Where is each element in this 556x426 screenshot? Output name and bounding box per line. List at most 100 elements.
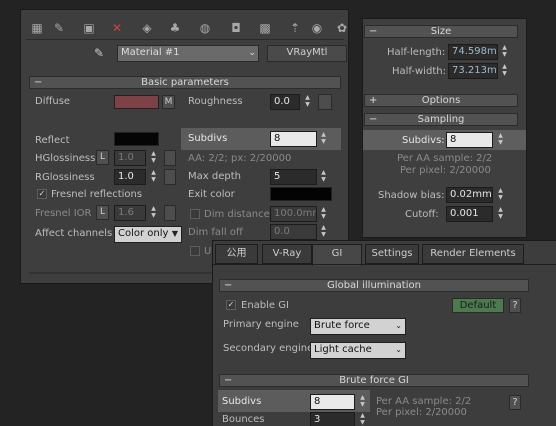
hglossiness-map-button[interactable] (164, 150, 176, 166)
material-name-field[interactable]: Material #1 ⌄ (117, 45, 259, 62)
enable-gi-checkbox[interactable]: ✓ (226, 300, 236, 310)
chevron-down-icon: ⌄ (248, 48, 256, 58)
background-icon[interactable]: ▩ (256, 19, 274, 37)
put-to-scene-icon[interactable]: ▣ (80, 19, 98, 37)
size-header[interactable]: − Size (364, 25, 518, 38)
rglossiness-map-button[interactable] (164, 169, 176, 185)
dim-falloff-spinner[interactable]: ▲ ▼ (319, 224, 328, 240)
fresnel-ior-map-button[interactable] (164, 205, 176, 221)
half-length-spinner[interactable]: ▲ ▼ (500, 44, 509, 60)
half-width-spinner[interactable]: ▲ ▼ (500, 63, 509, 79)
dim-distance-label: Dim distance (204, 209, 270, 220)
dim-falloff-field[interactable]: 0.0 (270, 224, 317, 240)
eyedropper-icon[interactable]: ✎ (94, 45, 108, 61)
cutoff-spinner[interactable]: ▲ ▼ (496, 206, 505, 222)
expand-icon: + (369, 95, 378, 106)
roughness-map-button[interactable] (318, 94, 332, 110)
tabs-bottom-line (213, 264, 556, 265)
primary-engine-select[interactable]: Brute force ⌄ (310, 318, 406, 335)
half-width-field[interactable]: 73.213mm (448, 63, 498, 79)
diffuse-label: Diffuse (35, 96, 71, 107)
basic-parameters-header[interactable]: − Basic parameters (29, 76, 341, 89)
tab-gi[interactable]: GI (312, 244, 362, 266)
tab-vray[interactable]: V-Ray (262, 244, 312, 264)
bounces-label: Bounces (222, 414, 265, 425)
secondary-engine-select[interactable]: Light cache ⌄ (310, 342, 406, 359)
max-depth-field[interactable]: 5 (270, 169, 317, 185)
enable-gi-label: Enable GI (241, 300, 289, 311)
diffuse-swatch[interactable] (114, 95, 159, 109)
roughness-field[interactable]: 0.0 (270, 94, 300, 110)
affect-channels-label: Affect channels (35, 228, 113, 239)
dim-distance-spinner[interactable]: ▲ ▼ (319, 206, 328, 222)
material-id-icon[interactable]: ♣ (166, 19, 184, 37)
global-illumination-header[interactable]: − Global illumination (219, 279, 529, 292)
fresnel-ior-lock-button[interactable]: L (96, 205, 109, 220)
reflect-swatch[interactable] (114, 132, 159, 146)
go-to-parent-icon[interactable]: ⇡ (286, 19, 304, 37)
dim-distance-field[interactable]: 100.0mm (270, 206, 317, 222)
rglossiness-field[interactable]: 1.0 (114, 169, 146, 185)
fresnel-ior-label: Fresnel IOR (35, 208, 92, 219)
go-forward-icon[interactable]: ◉ (308, 19, 326, 37)
exit-color-swatch[interactable] (270, 187, 332, 201)
bounces-spinner[interactable]: ▲ ▼ (358, 412, 367, 426)
put-to-library-icon[interactable]: ◈ (138, 19, 156, 37)
brute-force-title: Brute force GI (339, 375, 409, 386)
light-per-pixel-text: Per pixel: 2/20000 (400, 165, 491, 176)
show-map-icon[interactable]: ◍ (196, 19, 214, 37)
bounces-field[interactable]: 3 (310, 412, 355, 426)
bf-help-button[interactable]: ? (509, 395, 521, 410)
half-length-field[interactable]: 74.598mm (448, 44, 498, 60)
sampling-header[interactable]: − Sampling (364, 113, 518, 126)
chevron-down-icon: ⌄ (395, 345, 402, 354)
options-icon[interactable]: ✿ (333, 19, 351, 37)
max-depth-spinner[interactable]: ▲ ▼ (319, 169, 328, 185)
sampling-title: Sampling (417, 114, 465, 125)
rglossiness-spinner[interactable]: ▲ ▼ (149, 169, 158, 185)
aa-info-text: AA: 2/2; px: 2/20000 (188, 153, 292, 164)
cutoff-field[interactable]: 0.001 (446, 206, 493, 222)
cut-checkbox[interactable] (190, 246, 200, 256)
gi-help-button[interactable]: ? (509, 298, 521, 313)
reflect-subdivs-field[interactable]: 8 (270, 131, 317, 147)
tab-render-elements[interactable]: Render Elements (422, 244, 524, 264)
cutoff-label: Cutoff: (405, 209, 439, 220)
roughness-spinner[interactable]: ▲ ▼ (303, 94, 312, 110)
light-subdivs-field[interactable]: 8 (446, 132, 493, 148)
dim-distance-checkbox[interactable] (190, 209, 200, 219)
affect-channels-select[interactable]: Color only ▼ (114, 226, 182, 243)
tab-common[interactable]: 公用 (215, 244, 258, 264)
hglossiness-lock-button[interactable]: L (96, 150, 109, 165)
exit-color-label: Exit color (188, 189, 235, 200)
fresnel-ior-spinner[interactable]: ▲ ▼ (149, 205, 158, 221)
hglossiness-spinner[interactable]: ▲ ▼ (149, 150, 158, 166)
hglossiness-field[interactable]: 1.0 (114, 150, 146, 166)
show-end-result-icon[interactable]: ◘ (227, 19, 245, 37)
fresnel-checkbox[interactable]: ✓ (37, 189, 47, 199)
shadow-bias-spinner[interactable]: ▲ ▼ (496, 187, 505, 203)
light-subdivs-spinner[interactable]: ▲ ▼ (496, 132, 505, 148)
primary-engine-value: Brute force (314, 320, 370, 331)
options-header[interactable]: + Options (364, 94, 518, 107)
reflect-subdivs-spinner[interactable]: ▲ ▼ (319, 131, 328, 147)
gi-subdivs-field[interactable]: 8 (310, 394, 355, 410)
chevron-down-icon: ⌄ (395, 321, 402, 330)
half-length-label: Half-length: (387, 47, 446, 58)
gi-subdivs-spinner[interactable]: ▲ ▼ (358, 394, 367, 410)
pick-material-icon[interactable]: ✎ (50, 19, 68, 37)
diffuse-map-button[interactable]: M (162, 95, 175, 109)
delete-material-icon[interactable]: ✕ (108, 19, 126, 37)
dim-falloff-label: Dim fall off (188, 227, 243, 238)
brute-force-header[interactable]: − Brute force GI (219, 374, 529, 387)
basic-parameters-title: Basic parameters (141, 77, 229, 88)
material-type-button[interactable]: VRayMtl (267, 45, 347, 62)
collapse-icon: − (34, 77, 43, 88)
rglossiness-label: RGlossiness (35, 172, 95, 183)
default-button[interactable]: Default (452, 298, 504, 313)
shadow-bias-field[interactable]: 0.02mm (446, 187, 493, 203)
tab-settings[interactable]: Settings (365, 244, 419, 264)
select-by-material-icon[interactable]: ▦ (28, 19, 46, 37)
fresnel-ior-field[interactable]: 1.6 (114, 205, 146, 221)
affect-channels-value: Color only (118, 228, 169, 239)
